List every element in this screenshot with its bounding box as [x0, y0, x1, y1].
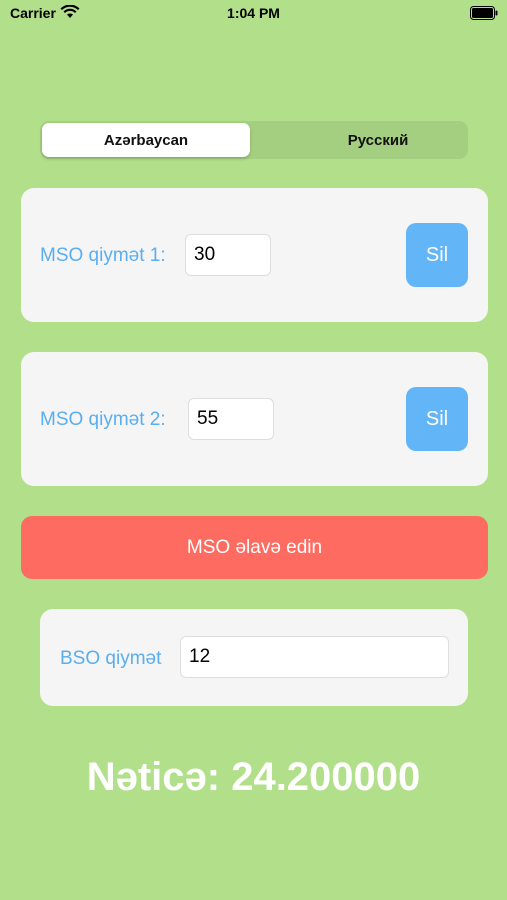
- bso-card: BSO qiymət: [40, 609, 468, 706]
- mso-card-1: MSO qiymət 1: Sil: [21, 188, 488, 322]
- battery-icon: [470, 6, 498, 20]
- delete-button-2[interactable]: Sil: [406, 387, 468, 451]
- language-segmented-control: Azərbaycan Русский: [40, 121, 468, 159]
- add-mso-button[interactable]: MSO əlavə edin: [21, 516, 488, 579]
- language-option-russian[interactable]: Русский: [290, 123, 466, 157]
- clock: 1:04 PM: [227, 5, 280, 21]
- mso-label-2: MSO qiymət 2:: [40, 409, 166, 430]
- result-text: Nəticə: 24.200000: [86, 755, 421, 799]
- bso-label: BSO qiymət: [60, 648, 162, 669]
- mso-label-1: MSO qiymət 1:: [40, 245, 166, 266]
- delete-button-1[interactable]: Sil: [406, 223, 468, 287]
- status-bar: Carrier 1:04 PM: [0, 0, 507, 30]
- mso-input-2[interactable]: [188, 398, 274, 440]
- bso-input[interactable]: [180, 636, 449, 678]
- language-option-azerbaijani[interactable]: Azərbaycan: [42, 123, 250, 157]
- mso-card-2: MSO qiymət 2: Sil: [21, 352, 488, 486]
- mso-input-1[interactable]: [185, 234, 271, 276]
